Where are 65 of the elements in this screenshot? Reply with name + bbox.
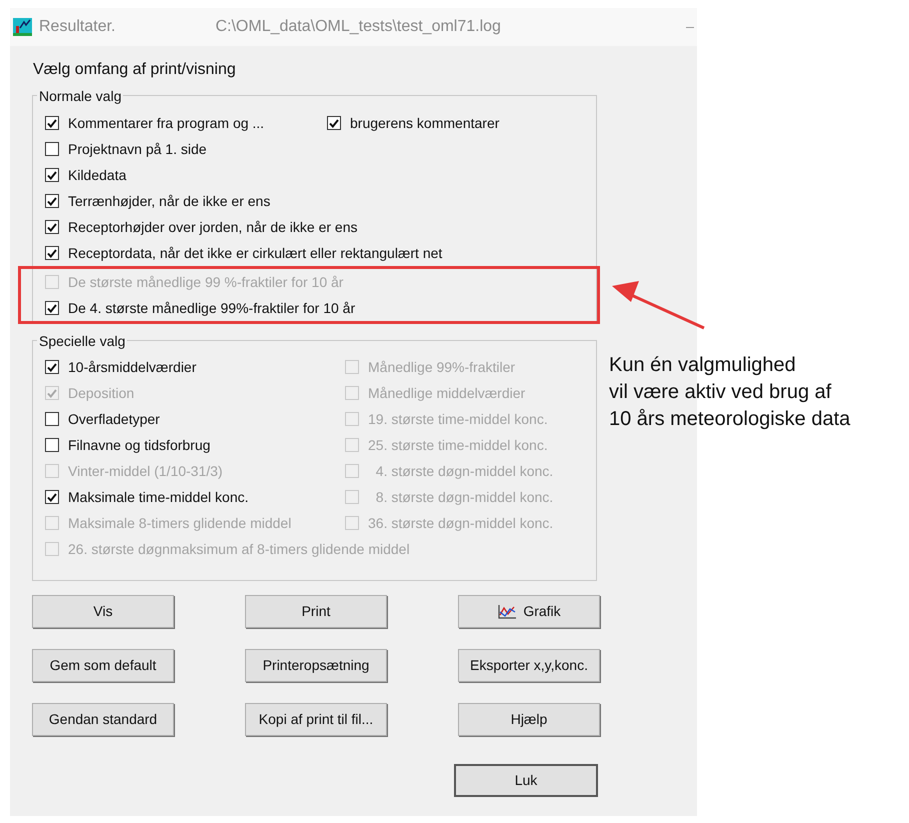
graph-button[interactable]: Grafik <box>458 595 600 628</box>
checkmark-icon <box>47 170 57 180</box>
minimize-icon[interactable] <box>686 26 694 28</box>
checkbox-label: Projektnavn på 1. side <box>68 140 207 159</box>
dialog-button[interactable]: Vis <box>32 595 174 628</box>
checkbox-label: Filnavne og tidsforbrug <box>68 436 210 455</box>
checkbox-label: 26. største døgnmaksimum af 8-timers glidende middel <box>68 540 410 559</box>
checkbox-label: Månedlige 99%-fraktiler <box>368 358 516 377</box>
checkbox[interactable] <box>45 301 59 315</box>
checkbox-label: Vinter-middel (1/10-31/3) <box>68 462 223 481</box>
checkbox[interactable] <box>45 412 59 426</box>
checkbox-label: brugerens kommentarer <box>350 114 500 133</box>
checkbox-label: Deposition <box>68 384 134 403</box>
chart-icon <box>497 604 518 620</box>
checkbox-label: 36. største døgn-middel konc. <box>368 514 554 533</box>
checkbox-label: Maksimale time-middel konc. <box>68 488 248 506</box>
checkbox[interactable] <box>45 194 59 208</box>
checkbox[interactable] <box>45 246 59 260</box>
checkbox-label: Terrænhøjder, når de ikke er ens <box>68 192 270 211</box>
annotation-text: Kun én valgmulighed <box>609 353 797 378</box>
checkmark-icon <box>47 248 57 258</box>
file-path: C:\OML_data\OML_tests\test_oml71.log <box>215 17 501 37</box>
checkbox[interactable] <box>45 490 59 504</box>
dialog-button[interactable]: Printeropsætning <box>245 649 387 682</box>
dialog-button[interactable]: Kopi af print til fil... <box>245 703 387 736</box>
app-icon <box>13 18 32 36</box>
annotation-text: 10 års meteorologiske data <box>609 407 850 432</box>
checkbox[interactable] <box>45 142 59 156</box>
checkbox-label: 25. største time-middel konc. <box>368 436 548 454</box>
checkmark-icon <box>47 222 57 232</box>
checkbox-label: 19. største time-middel konc. <box>368 410 548 428</box>
checkbox-label: Overfladetyper <box>68 410 160 429</box>
checkbox-label: 4. største døgn-middel konc. <box>374 462 554 481</box>
checkbox[interactable] <box>327 116 341 130</box>
dialog-button[interactable]: Gem som default <box>32 649 174 682</box>
checkbox[interactable] <box>45 220 59 234</box>
checkmark-icon <box>329 118 339 128</box>
checkmark-icon <box>47 118 57 128</box>
checkbox[interactable] <box>45 438 59 452</box>
dialog-button[interactable]: Gendan standard <box>32 703 174 736</box>
checkbox-label: De største månedlige 99 %-fraktiler for 10 år <box>68 272 344 292</box>
checkbox-label: Månedlige middelværdier <box>368 384 526 403</box>
heading: Vælg omfang af print/visning <box>33 60 237 80</box>
checkbox-label: 8. største døgn-middel konc. <box>374 488 554 507</box>
checkbox-label: De 4. største månedlige 99%-fraktiler for 10 år <box>68 298 356 318</box>
checkbox-label: Kildedata <box>68 166 126 184</box>
checkbox-label: Receptorhøjder over jorden, når de ikke er ens <box>68 218 358 237</box>
checkbox-label: Kommentarer fra program og ... <box>68 114 264 133</box>
checkbox-label: Receptordata, når det ikke er cirkulært eller rektangulært net <box>68 244 442 263</box>
checkmark-icon <box>47 196 57 206</box>
dialog-button[interactable]: Print <box>245 595 387 628</box>
checkmark-icon <box>47 388 57 398</box>
window-title: Resultater. <box>39 17 116 37</box>
checkbox-label: Maksimale 8-timers glidende middel <box>68 514 292 533</box>
checkbox[interactable] <box>45 360 59 374</box>
checkmark-icon <box>47 362 57 372</box>
close-button[interactable]: Luk <box>454 764 598 797</box>
checkmark-icon <box>47 304 57 312</box>
checkmark-icon <box>47 492 57 502</box>
dialog-button[interactable]: Hjælp <box>458 703 600 736</box>
checkbox[interactable] <box>45 116 59 130</box>
dialog-button[interactable]: Eksporter x,y,konc. <box>458 649 600 682</box>
checkbox[interactable] <box>45 168 59 182</box>
annotation-text: vil være aktiv ved brug af <box>609 380 832 405</box>
checkbox-label: 10-årsmiddelværdier <box>68 358 196 376</box>
